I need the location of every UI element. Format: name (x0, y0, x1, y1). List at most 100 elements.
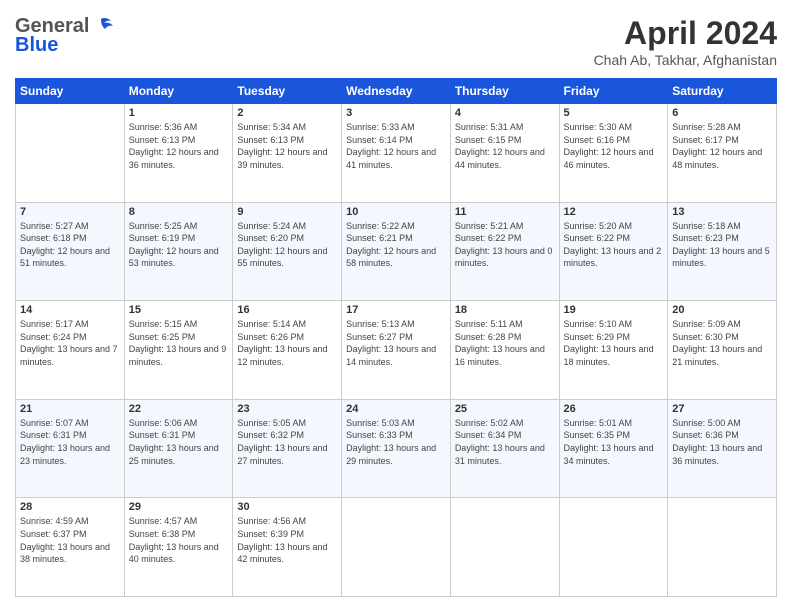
table-row: 1 Sunrise: 5:36 AMSunset: 6:13 PMDaylight… (124, 104, 233, 203)
table-row: 15 Sunrise: 5:15 AMSunset: 6:25 PMDayligh… (124, 301, 233, 400)
day-number: 3 (346, 107, 446, 119)
day-number: 8 (129, 206, 229, 218)
table-row: 17 Sunrise: 5:13 AMSunset: 6:27 PMDayligh… (342, 301, 451, 400)
day-info: Sunrise: 5:09 AMSunset: 6:30 PMDaylight:… (672, 318, 772, 368)
day-number: 17 (346, 304, 446, 316)
page: General Blue April 2024 Chah Ab, Takhar,… (0, 0, 792, 612)
day-info: Sunrise: 4:56 AMSunset: 6:39 PMDaylight:… (237, 515, 337, 565)
day-info: Sunrise: 5:07 AMSunset: 6:31 PMDaylight:… (20, 417, 120, 467)
day-number: 23 (237, 403, 337, 415)
table-row: 27 Sunrise: 5:00 AMSunset: 6:36 PMDayligh… (668, 399, 777, 498)
logo-bird-icon (91, 17, 113, 37)
day-info: Sunrise: 5:15 AMSunset: 6:25 PMDaylight:… (129, 318, 229, 368)
day-number: 7 (20, 206, 120, 218)
day-number: 26 (564, 403, 664, 415)
table-row: 16 Sunrise: 5:14 AMSunset: 6:26 PMDayligh… (233, 301, 342, 400)
table-row: 14 Sunrise: 5:17 AMSunset: 6:24 PMDayligh… (16, 301, 125, 400)
day-info: Sunrise: 5:22 AMSunset: 6:21 PMDaylight:… (346, 220, 446, 270)
day-info: Sunrise: 5:01 AMSunset: 6:35 PMDaylight:… (564, 417, 664, 467)
day-info: Sunrise: 5:06 AMSunset: 6:31 PMDaylight:… (129, 417, 229, 467)
day-info: Sunrise: 5:34 AMSunset: 6:13 PMDaylight:… (237, 121, 337, 171)
table-row: 4 Sunrise: 5:31 AMSunset: 6:15 PMDaylight… (450, 104, 559, 203)
day-number: 13 (672, 206, 772, 218)
day-info: Sunrise: 5:03 AMSunset: 6:33 PMDaylight:… (346, 417, 446, 467)
main-title: April 2024 (594, 15, 777, 52)
day-number: 16 (237, 304, 337, 316)
table-row: 6 Sunrise: 5:28 AMSunset: 6:17 PMDaylight… (668, 104, 777, 203)
table-row: 25 Sunrise: 5:02 AMSunset: 6:34 PMDayligh… (450, 399, 559, 498)
day-info: Sunrise: 5:33 AMSunset: 6:14 PMDaylight:… (346, 121, 446, 171)
day-number: 29 (129, 501, 229, 513)
day-info: Sunrise: 5:13 AMSunset: 6:27 PMDaylight:… (346, 318, 446, 368)
table-row (668, 498, 777, 597)
table-row: 26 Sunrise: 5:01 AMSunset: 6:35 PMDayligh… (559, 399, 668, 498)
table-row (559, 498, 668, 597)
day-info: Sunrise: 5:20 AMSunset: 6:22 PMDaylight:… (564, 220, 664, 270)
day-info: Sunrise: 5:28 AMSunset: 6:17 PMDaylight:… (672, 121, 772, 171)
day-number: 9 (237, 206, 337, 218)
day-number: 20 (672, 304, 772, 316)
day-number: 27 (672, 403, 772, 415)
day-number: 25 (455, 403, 555, 415)
table-row: 22Sunrise: 5:06 AMSunset: 6:31 PMDayligh… (124, 399, 233, 498)
day-info: Sunrise: 5:00 AMSunset: 6:36 PMDaylight:… (672, 417, 772, 467)
day-info: Sunrise: 5:21 AMSunset: 6:22 PMDaylight:… (455, 220, 555, 270)
header: General Blue April 2024 Chah Ab, Takhar,… (15, 15, 777, 68)
day-info: Sunrise: 5:18 AMSunset: 6:23 PMDaylight:… (672, 220, 772, 270)
day-number: 1 (129, 107, 229, 119)
table-row: 9Sunrise: 5:24 AMSunset: 6:20 PMDaylight… (233, 202, 342, 301)
day-info: Sunrise: 5:27 AMSunset: 6:18 PMDaylight:… (20, 220, 120, 270)
day-number: 4 (455, 107, 555, 119)
day-number: 18 (455, 304, 555, 316)
table-row: 2 Sunrise: 5:34 AMSunset: 6:13 PMDaylight… (233, 104, 342, 203)
col-header-monday: Monday (124, 79, 233, 104)
table-row: 12 Sunrise: 5:20 AMSunset: 6:22 PMDayligh… (559, 202, 668, 301)
table-row: 23 Sunrise: 5:05 AMSunset: 6:32 PMDayligh… (233, 399, 342, 498)
table-row (16, 104, 125, 203)
day-number: 12 (564, 206, 664, 218)
day-info: Sunrise: 4:59 AMSunset: 6:37 PMDaylight:… (20, 515, 120, 565)
table-row: 5Sunrise: 5:30 AMSunset: 6:16 PMDaylight… (559, 104, 668, 203)
table-row: 28Sunrise: 4:59 AMSunset: 6:37 PMDayligh… (16, 498, 125, 597)
table-row: 3 Sunrise: 5:33 AMSunset: 6:14 PMDaylight… (342, 104, 451, 203)
day-number: 24 (346, 403, 446, 415)
col-header-tuesday: Tuesday (233, 79, 342, 104)
day-info: Sunrise: 5:02 AMSunset: 6:34 PMDaylight:… (455, 417, 555, 467)
day-number: 15 (129, 304, 229, 316)
day-number: 2 (237, 107, 337, 119)
day-info: Sunrise: 5:10 AMSunset: 6:29 PMDaylight:… (564, 318, 664, 368)
day-number: 11 (455, 206, 555, 218)
table-row: 24 Sunrise: 5:03 AMSunset: 6:33 PMDayligh… (342, 399, 451, 498)
day-info: Sunrise: 5:14 AMSunset: 6:26 PMDaylight:… (237, 318, 337, 368)
col-header-friday: Friday (559, 79, 668, 104)
day-info: Sunrise: 4:57 AMSunset: 6:38 PMDaylight:… (129, 515, 229, 565)
logo: General Blue (15, 15, 113, 57)
day-info: Sunrise: 5:36 AMSunset: 6:13 PMDaylight:… (129, 121, 229, 171)
table-row: 18 Sunrise: 5:11 AMSunset: 6:28 PMDayligh… (450, 301, 559, 400)
table-row: 29 Sunrise: 4:57 AMSunset: 6:38 PMDayligh… (124, 498, 233, 597)
day-info: Sunrise: 5:11 AMSunset: 6:28 PMDaylight:… (455, 318, 555, 368)
day-number: 14 (20, 304, 120, 316)
day-info: Sunrise: 5:05 AMSunset: 6:32 PMDaylight:… (237, 417, 337, 467)
title-block: April 2024 Chah Ab, Takhar, Afghanistan (594, 15, 777, 68)
calendar-table: SundayMondayTuesdayWednesdayThursdayFrid… (15, 78, 777, 597)
logo-blue: Blue (15, 34, 58, 57)
table-row: 10 Sunrise: 5:22 AMSunset: 6:21 PMDayligh… (342, 202, 451, 301)
table-row: 7 Sunrise: 5:27 AMSunset: 6:18 PMDaylight… (16, 202, 125, 301)
day-info: Sunrise: 5:25 AMSunset: 6:19 PMDaylight:… (129, 220, 229, 270)
day-number: 10 (346, 206, 446, 218)
day-info: Sunrise: 5:31 AMSunset: 6:15 PMDaylight:… (455, 121, 555, 171)
col-header-thursday: Thursday (450, 79, 559, 104)
day-number: 5 (564, 107, 664, 119)
day-number: 21 (20, 403, 120, 415)
table-row (342, 498, 451, 597)
table-row: 20 Sunrise: 5:09 AMSunset: 6:30 PMDayligh… (668, 301, 777, 400)
table-row: 13 Sunrise: 5:18 AMSunset: 6:23 PMDayligh… (668, 202, 777, 301)
day-number: 6 (672, 107, 772, 119)
col-header-wednesday: Wednesday (342, 79, 451, 104)
col-header-sunday: Sunday (16, 79, 125, 104)
day-number: 19 (564, 304, 664, 316)
table-row: 11 Sunrise: 5:21 AMSunset: 6:22 PMDayligh… (450, 202, 559, 301)
table-row: 21 Sunrise: 5:07 AMSunset: 6:31 PMDayligh… (16, 399, 125, 498)
day-info: Sunrise: 5:17 AMSunset: 6:24 PMDaylight:… (20, 318, 120, 368)
